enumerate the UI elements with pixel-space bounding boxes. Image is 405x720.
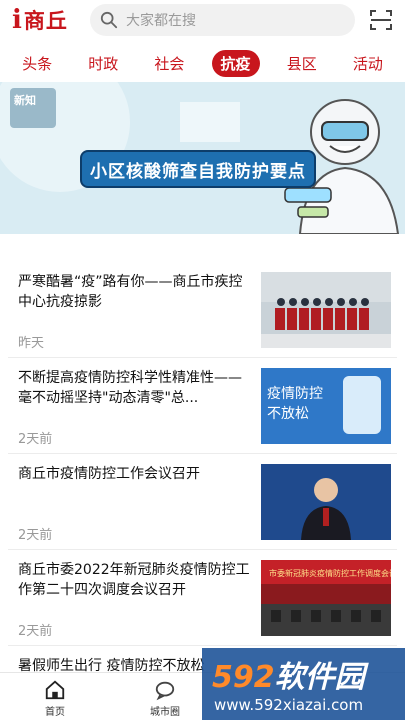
badge-text: 新知 — [14, 94, 36, 107]
svg-text:市委新冠肺炎疫情防控工作调度会议: 市委新冠肺炎疫情防控工作调度会议 — [269, 568, 391, 578]
news-item[interactable]: 商丘市委2022年新冠肺炎疫情防控工作第二十四次调度会议召开 2天前 市委新冠肺… — [8, 550, 397, 646]
home-icon — [45, 680, 65, 700]
logo-i: i — [12, 5, 22, 35]
tab-kangyi[interactable]: 抗疫 — [211, 49, 260, 77]
thumb-text: 疫情防控 — [267, 386, 323, 402]
app-logo[interactable]: i 商丘 — [12, 5, 68, 35]
tab-xianqu[interactable]: 县区 — [278, 50, 326, 77]
news-title: 商丘市委2022年新冠肺炎疫情防控工作第二十四次调度会议召开 — [18, 562, 250, 598]
watermark-url: www.592xiazai.com — [214, 696, 364, 714]
search-placeholder: 大家都在搜 — [126, 13, 196, 29]
news-thumbnail: 疫情防控 不放松 — [261, 368, 391, 444]
news-item[interactable]: 商丘市疫情防控工作会议召开 2天前 — [8, 454, 397, 550]
xinzhi-badge: 新知 — [10, 88, 56, 128]
logo-text: 商丘 — [23, 9, 68, 33]
search-icon — [100, 11, 118, 29]
news-thumbnail: 市委新冠肺炎疫情防控工作调度会议 — [261, 560, 391, 636]
chat-icon — [155, 681, 175, 701]
scan-icon[interactable] — [369, 8, 393, 32]
news-title: 不断提高疫情防控科学性精准性——毫不动摇坚持"动态清零"总... — [18, 370, 242, 406]
nav-home-label: 首页 — [45, 707, 65, 718]
news-item[interactable]: 严寒酷暑“疫”路有你——商丘市疾控中心抗疫掠影 昨天 — [8, 262, 397, 358]
news-title: 商丘市疫情防控工作会议召开 — [18, 466, 200, 482]
news-title: 严寒酷暑“疫”路有你——商丘市疾控中心抗疫掠影 — [18, 274, 243, 310]
news-time: 2天前 — [18, 624, 53, 639]
news-time: 2天前 — [18, 528, 53, 543]
news-time: 昨天 — [18, 336, 45, 351]
channel-tabs: 头条 时政 社会 抗疫 县区 活动 — [0, 48, 405, 78]
tab-toutiao[interactable]: 头条 — [13, 50, 61, 77]
news-list: 严寒酷暑“疫”路有你——商丘市疾控中心抗疫掠影 昨天 不断提高疫情防控科学性精准… — [0, 262, 405, 686]
watermark-brand: 592软件园 — [212, 660, 365, 695]
news-thumbnail — [261, 272, 391, 348]
section-divider — [0, 234, 405, 260]
watermark: 592软件园 www.592xiazai.com — [202, 648, 405, 720]
top-bar: i 商丘 大家都在搜 — [0, 0, 405, 40]
tab-huodong[interactable]: 活动 — [344, 50, 392, 77]
nav-home[interactable]: 首页 — [0, 673, 110, 720]
news-item[interactable]: 不断提高疫情防控科学性精准性——毫不动摇坚持"动态清零"总... 2天前 疫情防… — [8, 358, 397, 454]
banner-carousel[interactable]: 新知 小区核酸筛查自我防护要点 — [0, 82, 405, 234]
nav-city-circle-label: 城市圈 — [150, 707, 180, 718]
news-thumbnail — [261, 464, 391, 540]
news-time: 2天前 — [18, 432, 53, 447]
svg-text:不放松: 不放松 — [267, 406, 309, 422]
banner-caption: 小区核酸筛查自我防护要点 — [82, 152, 314, 186]
search-box[interactable]: 大家都在搜 — [90, 4, 355, 36]
app-screen: i 商丘 大家都在搜 头条 时政 社会 抗疫 县区 活动 新知 小区核酸筛查自我… — [0, 0, 405, 720]
tab-shizheng[interactable]: 时政 — [79, 50, 127, 77]
tab-shehui[interactable]: 社会 — [145, 50, 193, 77]
